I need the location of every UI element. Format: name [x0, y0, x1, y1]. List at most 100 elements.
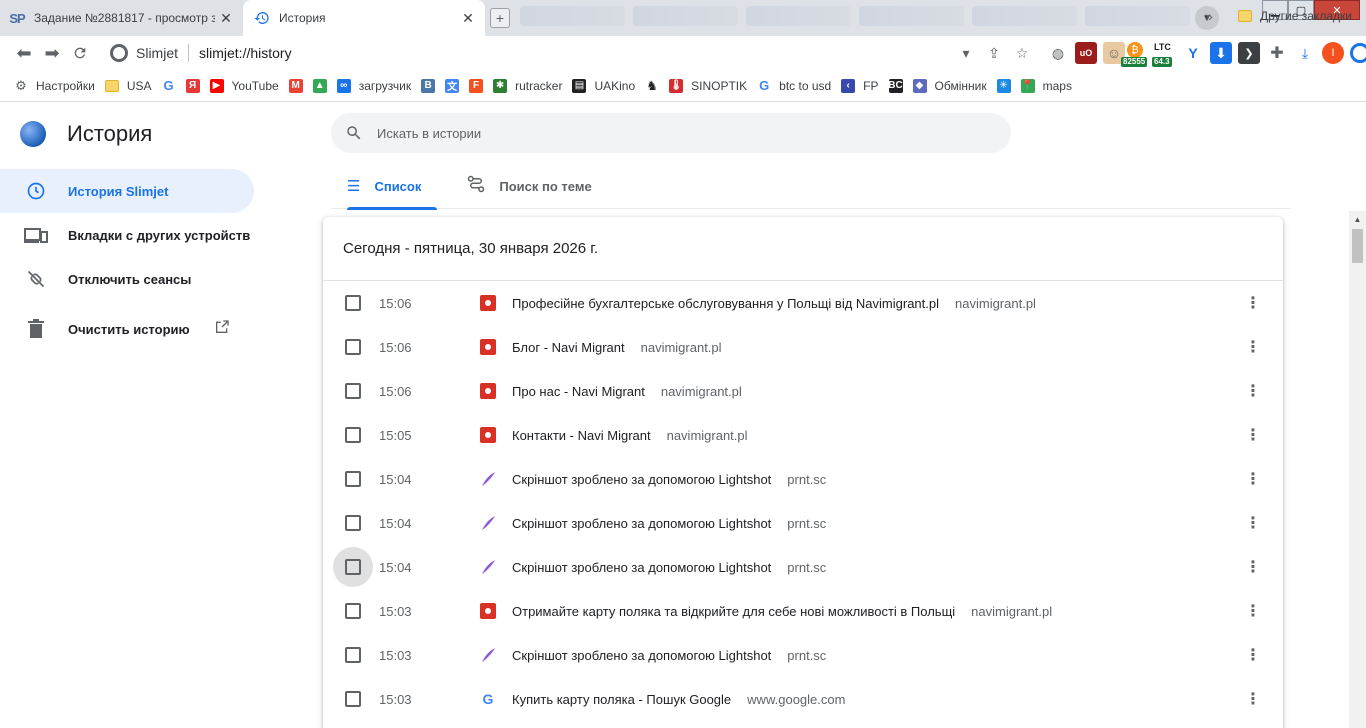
more-actions-icon[interactable]: ⋮ — [1243, 381, 1263, 401]
bookmark-item[interactable]: F — [469, 74, 491, 98]
bookmark-item[interactable]: ‹ FP — [841, 74, 879, 98]
bookmark-item[interactable]: 文 — [445, 74, 467, 98]
reload-button[interactable] — [66, 39, 94, 67]
v-extension-icon[interactable]: Y — [1182, 42, 1204, 64]
bookmark-item[interactable]: Я — [185, 74, 208, 98]
history-entry[interactable]: 15:04 Скріншот зроблено за допомогою Ligh… — [323, 545, 1283, 589]
scroll-thumb[interactable] — [1352, 229, 1363, 263]
entry-checkbox[interactable] — [333, 503, 373, 543]
other-bookmarks-folder[interactable]: Другие закладки — [1238, 0, 1352, 32]
entry-checkbox[interactable] — [333, 327, 373, 367]
sidebar-item-disable-sessions[interactable]: Отключить сеансы — [0, 257, 270, 301]
history-entry[interactable]: 15:03 Скріншот зроблено за допомогою Ligh… — [323, 633, 1283, 677]
bookmark-item[interactable]: ◆ Обмінник — [912, 74, 987, 98]
history-entry[interactable]: 15:03 G Купить карту поляка - Пошук Google… — [323, 677, 1283, 721]
bookmark-item[interactable]: ✱ rutracker — [493, 74, 562, 98]
more-actions-icon[interactable]: ⋮ — [1243, 425, 1263, 445]
bookmark-item[interactable]: 📍 maps — [1020, 74, 1072, 98]
history-entry[interactable]: 15:05 Контакти - Navi Migrant navimigrant.… — [323, 413, 1283, 457]
ltc-extension[interactable]: LTC 64.3 — [1152, 42, 1176, 68]
entry-checkbox[interactable] — [333, 547, 373, 587]
profile-avatar[interactable]: I — [1322, 42, 1344, 64]
entry-link[interactable]: Скріншот зроблено за допомогою Lightshot… — [512, 516, 826, 531]
entry-link[interactable]: Про нас - Navi Migrant navimigrant.pl — [512, 384, 742, 399]
bookmark-item[interactable]: USA — [104, 74, 152, 98]
more-actions-icon[interactable]: ⋮ — [1243, 557, 1263, 577]
history-entry[interactable]: 15:06 Про нас - Navi Migrant navimigrant.p… — [323, 369, 1283, 413]
globe-icon[interactable]: ◍ — [1047, 42, 1069, 64]
close-tab-icon[interactable]: ✕ — [457, 7, 479, 29]
bookmark-item[interactable]: ∞ загрузчик — [336, 74, 411, 98]
search-input[interactable] — [377, 125, 977, 141]
tab-list[interactable]: ☰ Список — [331, 163, 438, 210]
bookmark-item[interactable]: Gbtc to usd — [757, 74, 831, 98]
bookmark-item[interactable]: ▤ UAKino — [572, 74, 635, 98]
entry-checkbox[interactable] — [333, 679, 373, 719]
bookmarks-overflow-button[interactable]: » — [1205, 0, 1213, 32]
address-bar[interactable]: Slimjet slimjet://history — [104, 39, 964, 67]
btc-extension[interactable]: ₿ 82555 — [1121, 42, 1151, 68]
page-scrollbar[interactable]: ▲ — [1349, 211, 1366, 728]
extensions-puzzle-icon[interactable]: ✚ — [1266, 42, 1288, 64]
entry-checkbox[interactable] — [333, 283, 373, 323]
history-entry[interactable]: 15:03 Отримайте карту поляка та відкрийте… — [323, 589, 1283, 633]
history-search[interactable] — [331, 113, 1011, 153]
terminal-icon[interactable]: ❯ — [1238, 42, 1260, 64]
history-entry[interactable]: 15:04 Скріншот зроблено за допомогою Ligh… — [323, 501, 1283, 545]
tab-history[interactable]: История ✕ — [243, 0, 485, 36]
close-tab-icon[interactable]: ✕ — [215, 7, 237, 29]
bookmark-item[interactable]: ✳ — [996, 74, 1019, 98]
bookmark-item[interactable]: ▶ YouTube — [209, 74, 279, 98]
entry-link[interactable]: Контакти - Navi Migrant navimigrant.pl — [512, 428, 748, 443]
entry-checkbox[interactable] — [333, 591, 373, 631]
more-actions-icon[interactable]: ⋮ — [1243, 293, 1263, 313]
new-tab-button[interactable]: + — [490, 8, 510, 28]
download-helper-icon[interactable]: ⬇ — [1210, 42, 1232, 64]
entry-checkbox[interactable] — [333, 371, 373, 411]
bookmark-item[interactable]: В — [421, 74, 443, 98]
more-actions-icon[interactable]: ⋮ — [1243, 645, 1263, 665]
entry-link[interactable]: Скріншот зроблено за допомогою Lightshot… — [512, 648, 826, 663]
entry-link[interactable]: Професійне бухгалтерське обслуговування … — [512, 296, 1036, 311]
sidebar-item-label: Вкладки с других устройств — [68, 227, 251, 243]
bookmark-item[interactable]: ▲ — [312, 74, 335, 98]
bookmark-item[interactable]: G — [162, 74, 184, 98]
downloads-icon[interactable]: ⤓ — [1294, 42, 1316, 64]
scroll-up-icon[interactable]: ▲ — [1349, 211, 1366, 228]
entry-link[interactable]: Отримайте карту поляка та відкрийте для … — [512, 604, 1052, 619]
bookmark-star-icon[interactable]: ☆ — [1011, 42, 1033, 64]
sidebar-item-slimjet-history[interactable]: История Slimjet — [0, 169, 254, 213]
bookmark-item[interactable]: BC — [888, 74, 911, 98]
bookmark-item[interactable]: M — [288, 74, 311, 98]
more-actions-icon[interactable]: ⋮ — [1243, 601, 1263, 621]
entry-checkbox[interactable] — [333, 635, 373, 675]
history-entry[interactable]: 15:06 Блог - Navi Migrant navimigrant.pl ⋮ — [323, 325, 1283, 369]
more-actions-icon[interactable]: ⋮ — [1243, 689, 1263, 709]
more-actions-icon[interactable]: ⋮ — [1243, 469, 1263, 489]
back-button[interactable]: ⬅ — [10, 39, 38, 67]
tab-topic-search[interactable]: Поиск по теме — [451, 163, 607, 209]
entry-checkbox[interactable] — [333, 459, 373, 499]
history-entry[interactable]: 15:06 Професійне бухгалтерське обслуговув… — [323, 281, 1283, 325]
slimjet-menu-icon[interactable] — [1350, 43, 1366, 63]
entry-link[interactable]: Скріншот зроблено за допомогою Lightshot… — [512, 560, 826, 575]
entry-link[interactable]: Скріншот зроблено за допомогою Lightshot… — [512, 472, 826, 487]
bookmark-item[interactable]: 🌡 SINOPTIK — [669, 74, 747, 98]
more-actions-icon[interactable]: ⋮ — [1243, 513, 1263, 533]
history-entry[interactable]: 15:04 Скріншот зроблено за допомогою Ligh… — [323, 457, 1283, 501]
entry-checkbox[interactable] — [333, 415, 373, 455]
bookmark-item[interactable]: ⚙ Настройки — [14, 74, 95, 98]
url-text[interactable]: slimjet://history — [199, 45, 292, 61]
forward-button[interactable]: ➡ — [38, 39, 66, 67]
more-actions-icon[interactable]: ⋮ — [1243, 337, 1263, 357]
tab-task[interactable]: SP Задание №2881817 - просмотр за ✕ — [0, 0, 243, 36]
bookmark-item[interactable]: ♞ — [645, 74, 667, 98]
bookmark-label: UAKino — [594, 78, 636, 93]
dropdown-icon[interactable]: ▾ — [955, 42, 977, 64]
entry-link[interactable]: Блог - Navi Migrant navimigrant.pl — [512, 340, 722, 355]
ublock-icon[interactable]: uO — [1075, 42, 1097, 64]
sidebar-item-clear-history[interactable]: Очистить историю — [0, 307, 270, 351]
sidebar-item-other-devices[interactable]: Вкладки с других устройств — [0, 213, 270, 257]
entry-link[interactable]: Купить карту поляка - Пошук Google www.go… — [512, 692, 845, 707]
share-icon[interactable]: ⇪ — [983, 42, 1005, 64]
